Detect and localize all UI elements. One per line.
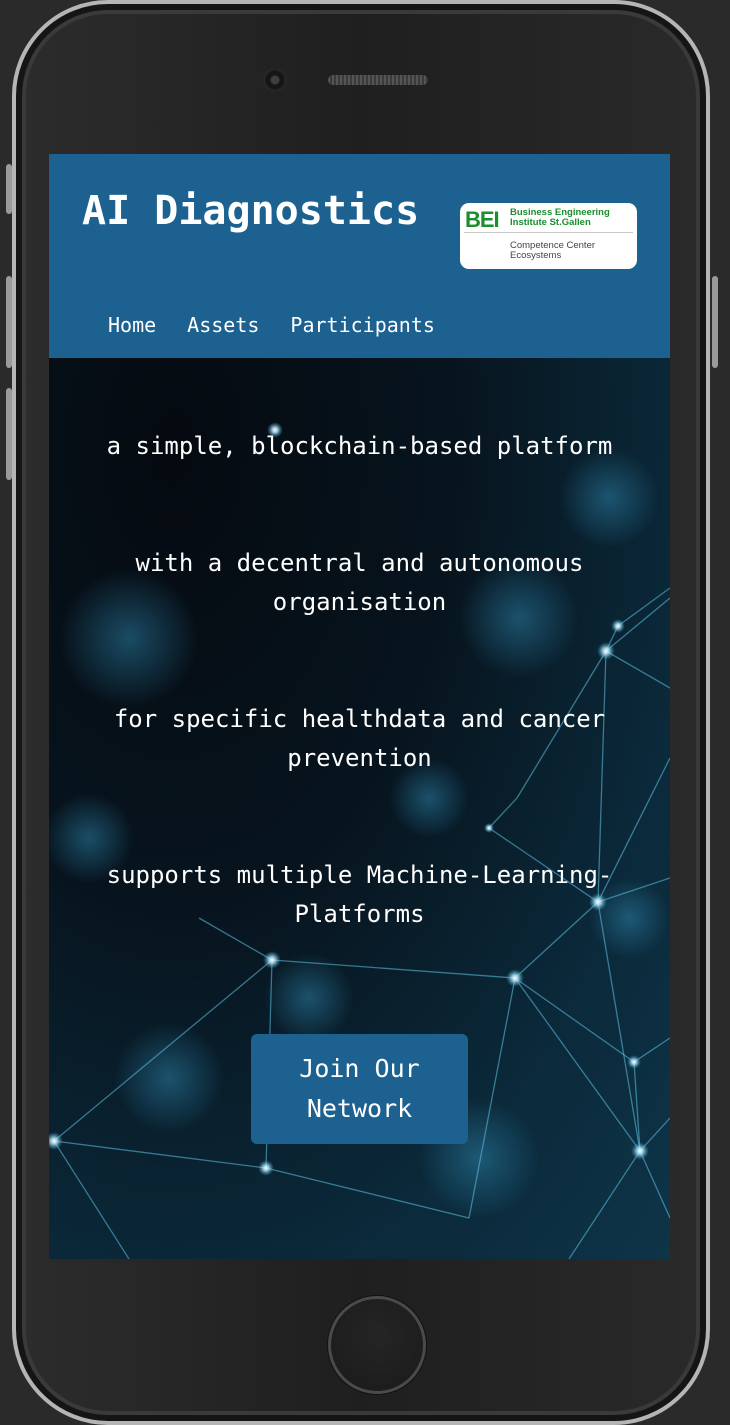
phone-volume-up-button [6, 276, 12, 368]
app-title: AI Diagnostics [82, 188, 420, 234]
front-camera-icon [263, 68, 287, 92]
speaker-grille [328, 75, 428, 85]
main-nav: Home Assets Participants [108, 311, 435, 339]
logo-institute-name: Business Engineering Institute St.Gallen [510, 207, 610, 228]
hero-line-platform: a simple, blockchain-based platform [106, 432, 613, 460]
app-screen: AI Diagnostics BEI Business Engineering … [49, 154, 670, 1259]
phone-volume-down-button [6, 388, 12, 480]
bei-logo[interactable]: BEI Business Engineering Institute St.Ga… [460, 203, 637, 269]
phone-power-button [712, 276, 718, 368]
nav-participants[interactable]: Participants [290, 311, 435, 339]
hero-section: a simple, blockchain-based platform with… [49, 358, 670, 1259]
nav-assets[interactable]: Assets [187, 311, 259, 339]
phone-mute-switch [6, 164, 12, 214]
nav-home[interactable]: Home [108, 311, 156, 339]
logo-subtitle: Competence Center Ecosystems [510, 240, 596, 261]
hero-line-machine-learning: supports multiple Machine-Learning-Platf… [106, 861, 613, 928]
app-header: AI Diagnostics BEI Business Engineering … [49, 154, 670, 358]
logo-divider [464, 232, 633, 233]
logo-mark: BEI [465, 207, 500, 232]
join-network-button[interactable]: Join Our Network [251, 1034, 468, 1144]
hero-line-healthdata: for specific healthdata and cancer preve… [113, 705, 606, 772]
hero-line-organisation: with a decentral and autonomous organisa… [135, 549, 584, 616]
phone-home-button[interactable] [328, 1296, 426, 1394]
